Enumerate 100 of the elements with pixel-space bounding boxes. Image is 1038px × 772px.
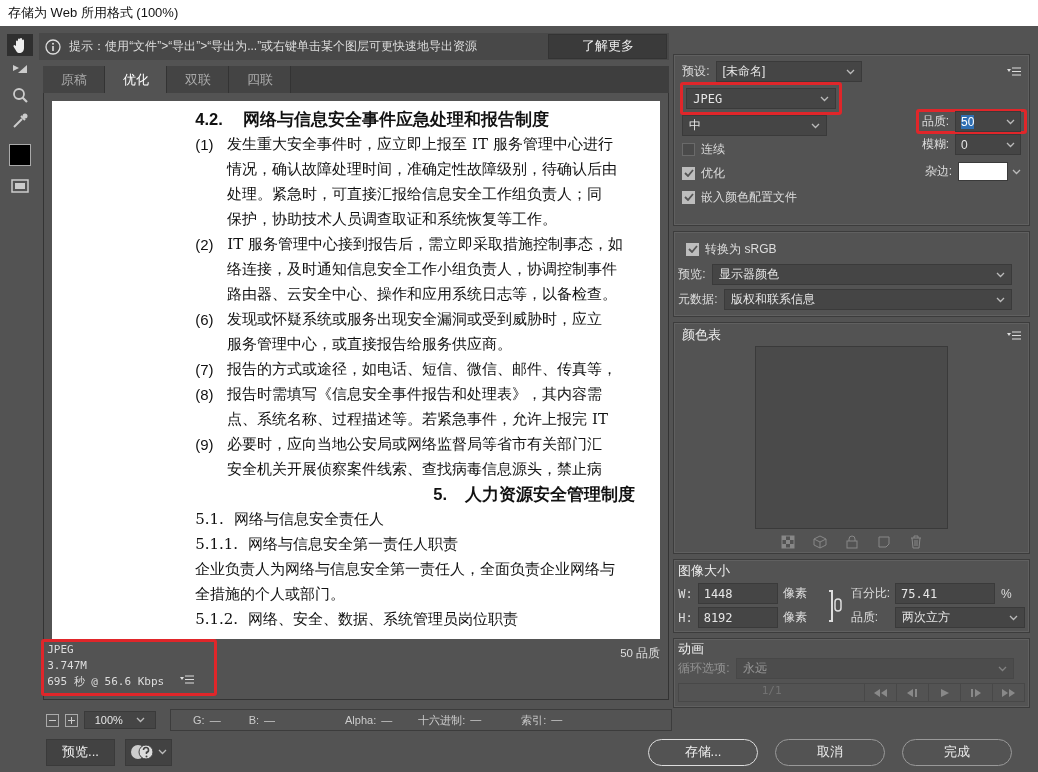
percent-label: 百分比: <box>850 585 890 602</box>
checkbox-label: 嵌入颜色配置文件 <box>701 188 798 206</box>
info-icon <box>45 38 62 55</box>
width-field[interactable]: 1448 <box>697 583 778 604</box>
matte-label: 杂边: <box>924 163 952 180</box>
checkbox-label: 优化 <box>701 164 726 182</box>
flyout-menu-icon[interactable] <box>1007 331 1021 340</box>
rewind-icon <box>873 687 888 698</box>
document-paragraph: 企业负责人为网络与信息安全第一责任人，全面负责企业网络与 全措施的个人或部门。 <box>195 559 616 605</box>
globe-help-icon <box>130 744 154 760</box>
metadata-dropdown[interactable]: 版权和联系信息 <box>723 289 1012 310</box>
document-paragraph: 报告的方式或途径，如电话、短信、微信、邮件、传真等， <box>227 359 618 380</box>
percent-sign: % <box>1001 586 1012 601</box>
document-paragraph: 必要时，应向当地公安局或网络监督局等省市有关部门汇 安全机关开展侦察案件线索、查找病毒信息源头，禁止病 <box>227 434 603 480</box>
format-dropdown[interactable]: JPEG <box>686 88 837 109</box>
list-number: (1) <box>195 135 215 155</box>
quality-field[interactable]: 50 <box>955 111 1021 132</box>
checkbox[interactable] <box>682 142 696 156</box>
matte-color-swatch[interactable] <box>958 162 1008 181</box>
list-number: (9) <box>195 435 215 455</box>
checkbox[interactable] <box>682 166 696 180</box>
section-title: 网络与信息安全责任人 <box>233 509 384 530</box>
view-tab[interactable]: 双联 <box>167 66 230 93</box>
pixel-info-value: — <box>381 714 393 726</box>
checkbox[interactable] <box>686 242 700 256</box>
metadata-label: 元数据: <box>678 291 718 308</box>
zoom-out-button[interactable] <box>46 713 59 727</box>
document-paragraph: IT 服务管理中心接到报告后，需立即采取措施控制事态，如 络连接，及时通知信息安全工作小组负责人，协调控制事件 路由器、云安全中心、操作和应用系统日志等，以备检查。 <box>227 234 623 305</box>
percent-field[interactable]: 75.41 <box>895 583 995 604</box>
hand-tool[interactable] <box>6 34 33 56</box>
file-info-text: 695 秒 @ 56.6 Kbps <box>47 674 165 690</box>
slices-icon <box>10 178 29 194</box>
plus-icon <box>67 715 76 725</box>
learn-more-button[interactable]: 了解更多 <box>548 34 668 59</box>
new-color-icon[interactable] <box>876 535 891 549</box>
pixel-info-value: — <box>264 714 276 726</box>
document-paragraph: 报告时需填写《信息安全事件报告和处理表》，其内容需 点、系统名称、过程描述等。若紧急事件，允许上报完 IT <box>227 384 608 430</box>
checkbox[interactable] <box>682 190 696 204</box>
height-label: H: <box>678 610 693 625</box>
section-number: 5.1.1. <box>195 534 239 555</box>
chevron-down-icon <box>158 749 167 755</box>
section-title: 网络与信息安全第一责任人职责 <box>248 534 459 555</box>
chevron-down-icon <box>136 717 146 723</box>
section-title: 图像大小 <box>678 563 732 580</box>
file-info-text: 3.747M <box>47 658 87 674</box>
view-tab[interactable]: 原稿 <box>43 66 106 93</box>
chevron-down-icon <box>820 95 830 102</box>
section-title: 颜色表 <box>682 327 722 344</box>
chevron-down-icon <box>997 665 1007 672</box>
blur-label: 模糊: <box>921 136 949 153</box>
preview-label: 预览: <box>678 266 706 283</box>
transparency-icon[interactable] <box>780 535 795 549</box>
preview-in-browser-button[interactable]: 预览... <box>46 738 115 766</box>
step-back-icon <box>905 687 920 698</box>
browser-select-button[interactable] <box>125 738 172 766</box>
chevron-down-icon <box>1012 168 1021 175</box>
chevron-down-icon <box>1006 141 1015 148</box>
resample-label: 品质: <box>850 609 879 626</box>
chevron-down-icon <box>1006 118 1015 125</box>
list-number: (7) <box>195 360 215 380</box>
view-tab[interactable]: 优化 <box>105 66 168 93</box>
view-tab[interactable]: 四联 <box>229 66 292 93</box>
pixel-info-label: G: <box>193 714 205 726</box>
pixel-info-label: 索引: <box>521 712 547 728</box>
checkbox-label: 转换为 sRGB <box>705 240 777 258</box>
chevron-down-icon <box>1009 614 1018 621</box>
list-number: (6) <box>195 310 215 330</box>
width-label: W: <box>678 586 693 601</box>
zoom-dropdown[interactable]: 100% <box>84 711 156 729</box>
pixel-info-value: — <box>209 714 221 726</box>
section-number: 5. <box>433 484 448 505</box>
zoom-in-button[interactable] <box>65 713 78 727</box>
blur-field[interactable]: 0 <box>955 134 1021 155</box>
section-title: 网络与信息安全事件应急处理和报告制度 <box>243 109 550 131</box>
quality-label: 品质: <box>921 113 949 130</box>
chevron-down-icon <box>845 68 855 75</box>
quality-readout: 50 品质 <box>620 646 661 661</box>
flyout-menu-icon[interactable] <box>1007 67 1021 76</box>
pixel-info-label: B: <box>248 714 260 726</box>
unit-label: 像素 <box>782 609 808 626</box>
window-title: 存储为 Web 所用格式 (100%) <box>8 4 179 22</box>
preset-label: 预设: <box>682 63 710 80</box>
compression-dropdown[interactable]: 中 <box>682 115 828 136</box>
section-number: 4.2. <box>195 109 224 130</box>
flyout-menu-icon[interactable] <box>180 675 195 684</box>
document-paragraph: 发生重大安全事件时，应立即上报至 IT 服务管理中心进行 情况，确认故障处理时间，准确定性故障级别，待确认后由 处理。紧急时，可直接汇报给信息安全工作组负责人；同 保护，协助技术人员调查取证和系统恢复等工作。 <box>227 134 618 230</box>
preview-dropdown[interactable]: 显示器颜色 <box>711 264 1012 285</box>
resample-dropdown[interactable]: 两次立方 <box>895 607 1025 628</box>
pixel-info-label: 十六进制: <box>418 712 466 728</box>
unit-label: 像素 <box>782 585 808 602</box>
section-title: 人力资源安全管理制度 <box>465 484 636 506</box>
preset-dropdown[interactable]: [未命名] <box>715 61 862 82</box>
color-swatch[interactable] <box>8 144 31 166</box>
section-number: 5.1. <box>195 509 224 530</box>
chevron-down-icon <box>811 122 821 129</box>
fast-forward-icon <box>1001 687 1016 698</box>
pixel-info-label: Alpha: <box>345 714 377 726</box>
height-field[interactable]: 8192 <box>697 607 778 628</box>
link-icon <box>827 588 842 623</box>
list-number: (2) <box>195 235 215 255</box>
